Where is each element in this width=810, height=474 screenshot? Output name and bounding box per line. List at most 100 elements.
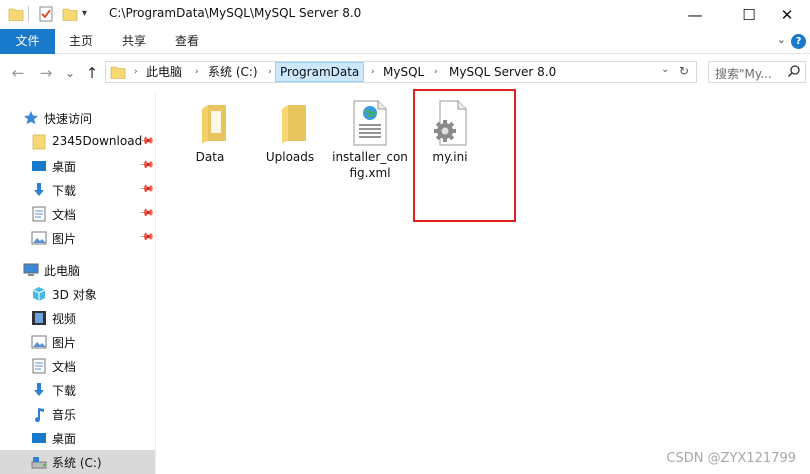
file-list: Data Uploads installer_config.xml my.ini… [157,89,810,474]
breadcrumb-programdata[interactable]: ProgramData [275,62,365,82]
pin-icon: 📌 [137,205,155,222]
breadcrumb-system-c[interactable]: 系统 (C:) [208,62,258,82]
cube-icon [31,286,47,302]
folder-icon [110,64,126,83]
file-name: Data [195,150,225,164]
refresh-icon[interactable]: ↻ [679,64,689,78]
new-folder-icon[interactable] [62,6,78,22]
sidebar-item-system-c[interactable]: 系统 (C:) [0,450,155,474]
sidebar-item-videos[interactable]: 视频 [0,306,155,330]
sidebar-item-label: 桌面 [52,160,77,174]
sidebar-item-label: 下载 [52,184,77,198]
forward-button[interactable]: → [36,63,56,83]
separator [28,6,29,22]
tab-file[interactable]: 文件 [0,29,55,54]
annotation-highlight-box [413,89,516,222]
xml-document-icon [346,99,394,147]
up-button[interactable]: ↑ [82,63,102,83]
picture-icon [31,334,47,350]
explorer-window: ▾ C:\ProgramData\MySQL\MySQL Server 8.0 … [0,0,810,474]
sidebar-item-label: 3D 对象 [52,288,97,302]
file-item-data[interactable]: Data [172,99,248,165]
sidebar-item-label: 文档 [52,360,77,374]
sidebar-item-label: 音乐 [52,408,77,422]
breadcrumb-separator-icon[interactable]: › [195,62,199,82]
sidebar-item-label: 图片 [52,336,77,350]
sidebar-item-label: 系统 (C:) [52,456,102,470]
breadcrumb-separator-icon[interactable]: › [268,62,272,82]
minimize-button[interactable]: — [672,0,718,29]
folder-icon [186,99,234,147]
file-item-uploads[interactable]: Uploads [252,99,328,165]
computer-icon [23,262,39,278]
download-arrow-icon [31,382,47,398]
file-name: Uploads [265,150,315,164]
file-name: installer_config.xml [332,150,408,180]
file-item-installer-config-xml[interactable]: installer_config.xml [332,99,408,181]
title-bar: ▾ C:\ProgramData\MySQL\MySQL Server 8.0 … [0,0,810,29]
desktop-icon [31,158,47,174]
picture-icon [31,230,47,246]
search-icon[interactable] [787,64,801,81]
sidebar-item-desktop-pc[interactable]: 桌面 [0,426,155,450]
search-input[interactable]: 搜索"My... [715,65,772,82]
sidebar-item-quick-access[interactable]: 快速访问 [0,106,155,130]
document-icon [31,206,47,222]
sidebar-item-label: 2345Download [52,134,143,148]
sidebar-item-2345download[interactable]: 2345Download 📌 [0,130,155,154]
window-title: C:\ProgramData\MySQL\MySQL Server 8.0 [109,6,362,20]
folder-icon [8,6,24,22]
sidebar-item-label: 快速访问 [44,112,93,126]
sidebar-item-pictures[interactable]: 图片 📌 [0,226,155,250]
sidebar-item-music[interactable]: 音乐 [0,402,155,426]
sidebar-item-documents[interactable]: 文档 📌 [0,202,155,226]
folder-icon [31,134,47,150]
sidebar-item-downloads-pc[interactable]: 下载 [0,378,155,402]
star-icon [23,110,39,126]
sidebar-item-label: 下载 [52,384,77,398]
watermark: CSDN @ZYX121799 [666,451,796,466]
breadcrumb-separator-icon[interactable]: › [371,62,375,82]
video-icon [31,310,47,326]
help-icon[interactable]: ? [791,34,806,49]
navigation-pane: 快速访问 2345Download 📌 桌面 📌 下载 📌 文档 📌 图片 📌 … [0,91,156,474]
download-arrow-icon [31,182,47,198]
sidebar-item-label: 视频 [52,312,77,326]
breadcrumb-separator-icon[interactable]: › [134,62,138,82]
sidebar-item-desktop[interactable]: 桌面 📌 [0,154,155,178]
recent-locations-button[interactable]: ⌄ [60,63,80,83]
sidebar-item-label: 图片 [52,232,77,246]
tab-view[interactable]: 查看 [164,29,210,54]
breadcrumb-mysql[interactable]: MySQL [383,62,424,82]
pin-icon: 📌 [137,181,155,198]
breadcrumb-this-pc[interactable]: 此电脑 [146,62,182,82]
pin-icon: 📌 [137,157,155,174]
sidebar-item-label: 文档 [52,208,77,222]
properties-icon[interactable] [38,6,54,22]
tab-home[interactable]: 主页 [58,29,104,54]
address-dropdown-icon[interactable]: ⌄ [661,64,669,75]
drive-icon [31,454,47,470]
sidebar-item-documents-pc[interactable]: 文档 [0,354,155,378]
desktop-icon [31,430,47,446]
sidebar-item-pictures-pc[interactable]: 图片 [0,330,155,354]
folder-icon [266,99,314,147]
expand-ribbon-icon[interactable]: ⌄ [777,33,786,46]
music-note-icon [31,406,47,423]
back-button[interactable]: ← [8,63,28,83]
close-button[interactable]: ✕ [764,0,810,29]
sidebar-item-downloads[interactable]: 下载 📌 [0,178,155,202]
sidebar-item-label: 桌面 [52,432,77,446]
breadcrumb-separator-icon[interactable]: › [434,62,438,82]
ribbon-tabs: 文件 主页 共享 查看 ⌄ ? [0,29,810,54]
tab-share[interactable]: 共享 [111,29,157,54]
customize-quick-access-icon[interactable]: ▾ [82,6,98,22]
sidebar-item-3d-objects[interactable]: 3D 对象 [0,282,155,306]
pin-icon: 📌 [137,229,155,246]
sidebar-item-label: 此电脑 [44,264,81,278]
sidebar-item-this-pc[interactable]: 此电脑 [0,258,155,282]
document-icon [31,358,47,374]
address-bar[interactable]: › 此电脑 › 系统 (C:) › ProgramData › MySQL › … [105,61,697,83]
breadcrumb-mysql-server[interactable]: MySQL Server 8.0 [449,62,556,82]
search-box[interactable]: 搜索"My... [708,61,806,83]
